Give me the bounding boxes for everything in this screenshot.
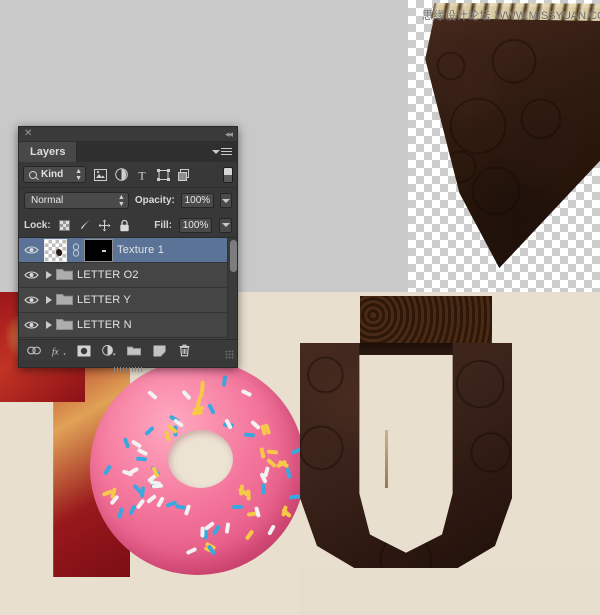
layer-thumbnail[interactable] — [44, 238, 67, 262]
sprinkle — [151, 483, 164, 489]
opacity-dropdown-arrow[interactable] — [219, 193, 232, 208]
chevron-down-icon — [212, 149, 220, 154]
opacity-label: Opacity: — [134, 195, 175, 206]
forum-watermark: 思缘设计论坛 WWW.MISSYUAN.COM — [422, 7, 600, 23]
fx-icon[interactable]: fx — [52, 344, 66, 358]
layer-row-texture-1[interactable]: Texture 1 — [19, 238, 237, 263]
panel-resize-handle[interactable] — [114, 367, 142, 372]
close-icon[interactable]: ✕ — [24, 129, 32, 139]
wooden-stick — [385, 430, 388, 488]
sprinkle — [136, 456, 148, 462]
lock-image-pixels-icon[interactable] — [78, 219, 91, 232]
lock-position-icon[interactable] — [98, 219, 111, 232]
layers-panel[interactable]: ✕ ◂◂ Layers Kind ▲ ▼ T Normal ▲ ▼ Opacit… — [18, 126, 238, 372]
eye-icon[interactable] — [23, 242, 40, 259]
filter-kind-label: Kind — [41, 169, 64, 180]
sprinkle — [245, 489, 251, 501]
folder-icon[interactable] — [127, 344, 141, 358]
blend-mode-row: Normal ▲ ▼ Opacity: 100% — [19, 188, 237, 213]
layer-filter-row: Kind ▲ ▼ T — [19, 162, 237, 188]
blend-mode-value: Normal — [31, 195, 64, 206]
half-circle-icon[interactable] — [102, 344, 116, 358]
link-icon[interactable] — [27, 344, 41, 358]
hamburger-icon — [221, 146, 232, 157]
filter-type-icons: T — [93, 168, 191, 182]
caption-strip: Textbook of translation 老三DESIGN 平面交流群：4… — [300, 568, 600, 615]
opacity-input[interactable]: 100% — [180, 193, 214, 208]
blend-mode-select[interactable]: Normal ▲ ▼ — [24, 192, 129, 209]
chevron-down-icon — [221, 198, 230, 203]
donut-hole — [168, 430, 233, 488]
chocolate-letter-u-image — [300, 343, 512, 571]
disclosure-triangle-icon[interactable] — [46, 321, 52, 329]
shape-layers-filter-icon[interactable] — [156, 168, 170, 182]
watermark-url-text: WWW.MISSYUAN.COM — [495, 10, 600, 22]
eye-icon[interactable] — [23, 317, 40, 334]
mask-link-icon[interactable] — [71, 243, 80, 257]
sprinkle — [231, 505, 243, 510]
adjustment-layers-filter-icon[interactable] — [114, 168, 128, 182]
search-icon — [29, 170, 37, 179]
pixel-layers-filter-icon[interactable] — [93, 168, 107, 182]
disclosure-triangle-icon[interactable] — [46, 271, 52, 279]
eye-icon[interactable] — [23, 292, 40, 309]
lock-transparent-pixels-icon[interactable] — [58, 219, 71, 232]
panel-tab-row: Layers — [19, 142, 237, 162]
layer-mask-thumbnail[interactable] — [84, 238, 113, 262]
fill-label: Fill: — [154, 219, 172, 231]
svg-text:T: T — [138, 169, 146, 181]
tab-layers[interactable]: Layers — [19, 142, 78, 162]
stepper-arrows-icon: ▲ ▼ — [117, 193, 125, 208]
tab-layers-label: Layers — [30, 146, 66, 158]
chocolate-crumb-strip — [360, 296, 492, 344]
filter-kind-select[interactable]: Kind ▲ ▼ — [23, 166, 86, 183]
layer-row-letter-n[interactable]: LETTER N — [19, 313, 237, 338]
panel-menu-icon[interactable] — [212, 146, 232, 157]
lock-all-icon[interactable] — [118, 219, 131, 232]
folder-icon — [56, 292, 73, 308]
fill-input[interactable]: 100% — [179, 217, 212, 233]
smart-object-filter-icon[interactable] — [177, 168, 191, 182]
sprinkle — [139, 486, 145, 498]
layer-name-label: LETTER O2 — [77, 269, 139, 281]
svg-text:fx: fx — [52, 346, 59, 356]
layer-row-letter-y[interactable]: LETTER Y — [19, 288, 237, 313]
layers-scrollbar[interactable] — [227, 238, 237, 339]
fill-dropdown-arrow[interactable] — [219, 217, 232, 233]
panel-titlebar: ✕ ◂◂ — [19, 127, 237, 142]
stepper-arrows-icon: ▲ ▼ — [75, 167, 82, 182]
scrollbar-thumb[interactable] — [229, 240, 237, 272]
type-layers-filter-icon[interactable]: T — [135, 168, 149, 182]
lock-row: Lock: Fill: 100% — [19, 213, 237, 238]
folder-icon — [56, 317, 73, 333]
collapse-to-icons-icon[interactable]: ◂◂ — [225, 129, 233, 139]
folder-icon — [56, 267, 73, 283]
chevron-down-icon — [221, 223, 230, 227]
resize-grip-icon[interactable] — [225, 350, 234, 359]
mask-icon[interactable] — [77, 344, 91, 358]
lock-label: Lock: — [24, 219, 51, 231]
disclosure-triangle-icon[interactable] — [46, 296, 52, 304]
filter-toggle-switch[interactable] — [223, 166, 233, 183]
layer-row-letter-o2[interactable]: LETTER O2 — [19, 263, 237, 288]
layers-panel-toolbar: fx — [19, 339, 237, 361]
layer-name-label: LETTER N — [77, 319, 132, 331]
trash-icon[interactable] — [177, 344, 191, 358]
sprinkle — [267, 448, 279, 455]
layer-name-label: Texture 1 — [117, 244, 165, 256]
letter-u-body — [300, 343, 512, 571]
layers-list[interactable]: Texture 1 LETTER O2 LETTER Y LETTER N — [19, 238, 237, 339]
watermark-chinese-text: 思缘设计论坛 — [422, 9, 491, 22]
new-layer-icon[interactable] — [152, 344, 166, 358]
eye-icon[interactable] — [23, 267, 40, 284]
sprinkle — [200, 380, 205, 392]
layer-name-label: LETTER Y — [77, 294, 131, 306]
sprinkle — [200, 526, 205, 538]
